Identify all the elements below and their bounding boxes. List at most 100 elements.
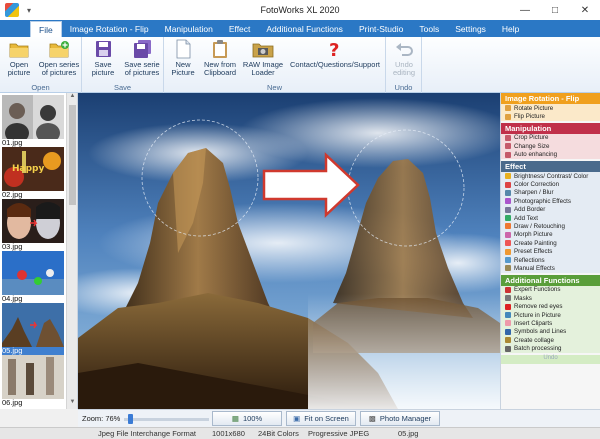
photo-manager-label: Photo Manager — [379, 414, 432, 423]
zoom-slider[interactable] — [124, 413, 210, 424]
mask-icon — [505, 295, 511, 302]
quick-access-dropdown-icon[interactable]: ▾ — [27, 6, 31, 15]
remove-red-eyes-item[interactable]: Remove red eyes — [501, 302, 600, 311]
contact-support-button[interactable]: ? Contact/Questions/Support — [286, 39, 384, 69]
symbols-lines-item[interactable]: Symbols and Lines — [501, 327, 600, 336]
preset-icon — [505, 248, 511, 255]
status-colors: 24Bit Colors — [258, 429, 299, 438]
color-correction-item[interactable]: Color Correction — [501, 180, 600, 189]
save-picture-label: Save picture — [91, 60, 115, 77]
section-manipulation-title[interactable]: Manipulation — [501, 122, 600, 134]
tab-tools[interactable]: Tools — [411, 20, 447, 37]
thumbnail-scrollbar[interactable]: ▲ ▼ — [66, 93, 77, 409]
item-label: Remove red eyes — [514, 303, 563, 311]
thumbnail-label: 02.jpg — [2, 190, 23, 199]
zoom-label: Zoom: 76% — [82, 414, 121, 423]
thumbnail-image: Happy — [2, 147, 64, 191]
raw-image-loader-label: RAW Image Loader — [242, 60, 284, 77]
group-new: New Picture New from Clipboard RAW Image… — [164, 37, 386, 93]
batch-processing-item[interactable]: Batch processing — [501, 344, 600, 353]
undo-editing-label: Undo editing — [392, 60, 416, 77]
photo-manager-button[interactable]: ▩ Photo Manager — [360, 411, 440, 426]
item-label: Add Border — [514, 206, 546, 214]
folder-add-icon — [48, 39, 70, 59]
panel-undo-button[interactable]: Undo — [501, 354, 600, 364]
status-format: Jpeg File Interchange Format — [98, 429, 196, 438]
crop-picture-item[interactable]: Crop Picture — [501, 133, 600, 143]
create-painting-item[interactable]: Create Painting — [501, 239, 600, 248]
item-label: Rotate Picture — [514, 104, 554, 112]
minimize-icon[interactable]: — — [510, 0, 540, 20]
tab-effect[interactable]: Effect — [221, 20, 259, 37]
add-text-item[interactable]: Add Text — [501, 213, 600, 223]
insert-cliparts-item[interactable]: Insert Cliparts — [501, 319, 600, 328]
change-size-item[interactable]: Change Size — [501, 142, 600, 151]
scroll-up-icon[interactable]: ▲ — [67, 93, 77, 103]
create-collage-item[interactable]: Create collage — [501, 335, 600, 345]
maximize-icon[interactable]: □ — [540, 0, 570, 20]
fit-on-screen-button[interactable]: ▣ Fit on Screen — [286, 411, 356, 426]
item-label: Auto enhancing — [514, 151, 558, 159]
section-additional-title[interactable]: Additional Functions — [501, 274, 600, 286]
brightness-contrast-item[interactable]: Brightness/ Contrast/ Color — [501, 171, 600, 181]
open-picture-button[interactable]: Open picture — [4, 39, 34, 77]
tab-manipulation[interactable]: Manipulation — [157, 20, 221, 37]
rotate-picture-item[interactable]: Rotate Picture — [501, 104, 600, 113]
thumbnail-04[interactable]: 04.jpg — [2, 251, 64, 303]
new-picture-button[interactable]: New Picture — [168, 39, 198, 77]
thumbnail-05[interactable]: 05.jpg — [2, 303, 64, 355]
thumbnail-02[interactable]: Happy 02.jpg — [2, 147, 64, 199]
hand-icon — [505, 265, 511, 272]
undo-editing-button[interactable]: Undo editing — [389, 39, 419, 77]
thumbnail-image — [2, 303, 64, 347]
undo-icon — [393, 39, 415, 59]
svg-text:?: ? — [329, 40, 339, 59]
add-border-item[interactable]: Add Border — [501, 205, 600, 214]
item-label: Create Painting — [514, 239, 557, 247]
raw-image-loader-button[interactable]: RAW Image Loader — [242, 39, 284, 77]
eye-icon — [505, 303, 511, 310]
tab-help[interactable]: Help — [494, 20, 527, 37]
section-image-rotation-title[interactable]: Image Rotation - Flip — [501, 93, 600, 104]
tab-additional-functions[interactable]: Additional Functions — [258, 20, 351, 37]
flip-picture-item[interactable]: Flip Picture — [501, 112, 600, 121]
open-series-button[interactable]: Open series of pictures — [38, 39, 80, 77]
photographic-effects-item[interactable]: Photographic Effects — [501, 197, 600, 206]
open-series-label: Open series of pictures — [38, 60, 80, 77]
expert-functions-item[interactable]: Expert Functions — [501, 285, 600, 295]
section-effect-title[interactable]: Effect — [501, 160, 600, 172]
tab-settings[interactable]: Settings — [447, 20, 494, 37]
new-from-clipboard-button[interactable]: New from Clipboard — [200, 39, 240, 77]
ribbon: Open picture Open series of pictures Ope… — [0, 37, 600, 93]
preset-effects-item[interactable]: Preset Effects — [501, 247, 600, 256]
status-dimensions: 1001x680 — [212, 429, 245, 438]
item-label: Color Correction — [514, 181, 560, 189]
reflections-item[interactable]: Reflections — [501, 255, 600, 265]
masks-item[interactable]: Masks — [501, 294, 600, 303]
thumbnail-01[interactable]: 01.jpg — [2, 95, 64, 147]
zoom-slider-knob[interactable] — [128, 413, 134, 424]
picture-in-picture-item[interactable]: Picture in Picture — [501, 310, 600, 320]
close-icon[interactable]: ✕ — [570, 0, 600, 20]
zoom-100-button[interactable]: ▦ 100% — [212, 411, 282, 426]
morph-picture-item[interactable]: Morph Picture — [501, 230, 600, 240]
item-label: Change Size — [514, 142, 550, 150]
tab-file[interactable]: File — [30, 21, 62, 37]
thumbnail-image — [2, 95, 64, 139]
draw-retouching-item[interactable]: Draw / Retouching — [501, 222, 600, 231]
zoom-100-label: 100% — [242, 414, 263, 423]
tab-print-studio[interactable]: Print-Studio — [351, 20, 411, 37]
thumbnail-06[interactable]: 06.jpg — [2, 355, 64, 407]
tab-image-rotation[interactable]: Image Rotation - Flip — [62, 20, 157, 37]
manual-effects-item[interactable]: Manual Effects — [501, 264, 600, 273]
thumbnail-03[interactable]: 03.jpg — [2, 199, 64, 251]
save-series-button[interactable]: Save serie of pictures — [122, 39, 162, 77]
scroll-down-icon[interactable]: ▼ — [67, 399, 77, 409]
save-picture-button[interactable]: Save picture — [88, 39, 118, 77]
item-label: Draw / Retouching — [514, 222, 565, 230]
sharpen-blur-item[interactable]: Sharpen / Blur — [501, 188, 600, 198]
new-picture-label: New Picture — [171, 60, 195, 77]
scrollbar-thumb[interactable] — [69, 105, 76, 205]
image-viewer[interactable] — [78, 93, 500, 409]
auto-enhancing-item[interactable]: Auto enhancing — [501, 150, 600, 159]
